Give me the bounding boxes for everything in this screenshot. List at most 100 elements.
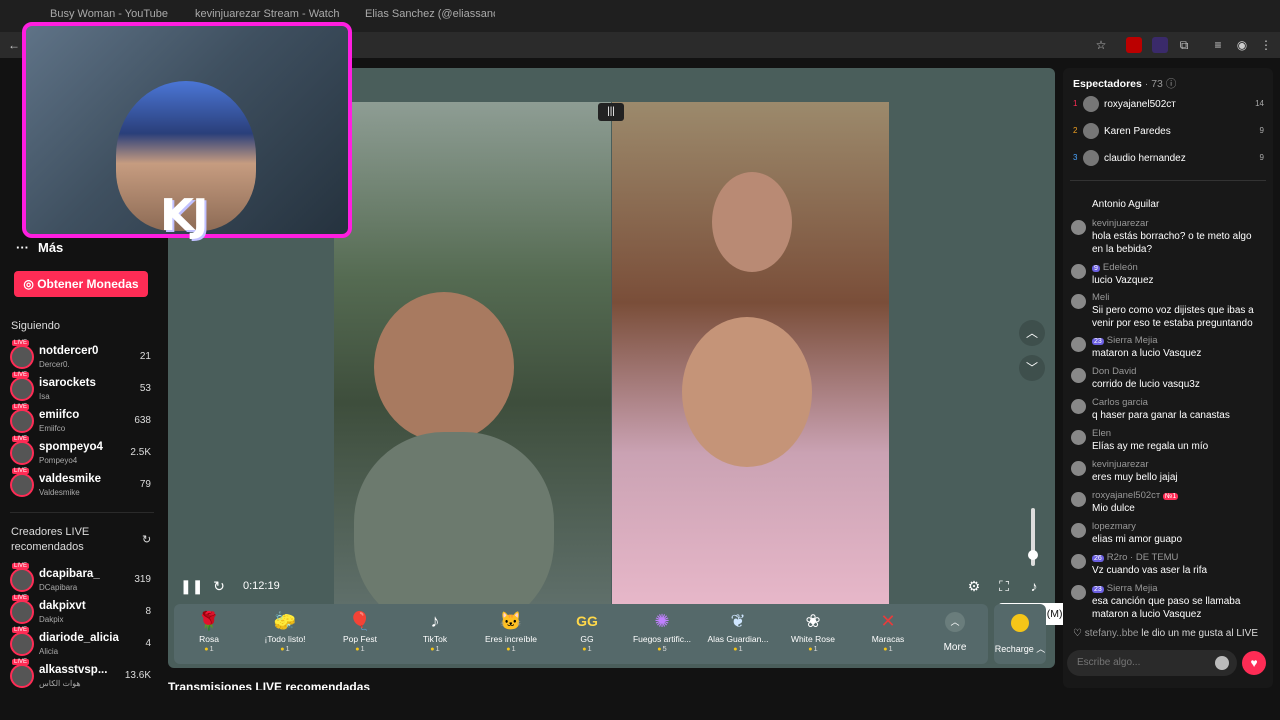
live-badge: LIVE [12,436,30,442]
avatar [1071,220,1086,235]
top-viewer-row[interactable]: 1 roxyajanel502ᴄᴛ 14 [1073,96,1268,114]
get-coins-button[interactable]: ◎ Obtener Monedas [14,271,148,297]
previous-live-button[interactable]: ︿ [1019,320,1045,346]
gift-item[interactable]: 🌹 Rosa1 [173,608,245,660]
volume-icon[interactable]: ♪ [1024,576,1044,596]
back-icon[interactable]: ← [6,37,22,53]
chat-username[interactable]: 23 Sierra Mejia [1092,335,1157,346]
account-name: alkasstvsp... [39,664,108,676]
gift-price: 1 [249,644,321,653]
chat-username[interactable]: 23 Sierra Mejia [1092,583,1157,594]
extension-icon[interactable] [1126,37,1142,53]
chat-username[interactable]: kevinjuarezar [1092,218,1149,229]
viewer-name: claudio hernandez [1104,153,1186,164]
viewers-label: Espectadores [1073,78,1142,90]
gift-item[interactable]: ♪ TikTok1 [399,608,471,660]
video-feed-right[interactable] [612,102,889,604]
chat-message: kevinjuarezar hola estás borracho? o te m… [1071,218,1267,256]
chat-username[interactable]: kevinjuarezar [1092,459,1149,470]
refresh-icon[interactable]: ↻ [142,533,151,546]
recharge-button[interactable]: Recharge ︿ [994,604,1046,664]
like-username[interactable]: stefany..bbe [1085,628,1139,639]
gift-price: 1 [173,644,245,653]
following-account[interactable]: LIVE spompeyo4 Pompeyo4 2.5K [10,436,155,469]
chat-username[interactable]: Meli [1092,292,1109,303]
chat-text: hola estás borracho? o te meto algo en l… [1092,231,1252,255]
more-gifts-button[interactable]: ︿ More [940,612,970,653]
gift-item[interactable]: GGGG1 [551,608,623,660]
chat-message: 23 Sierra Mejia mataron a lucio Vasquez [1071,335,1267,361]
avatar [10,632,34,656]
account-nickname: Dakpix [39,615,64,624]
account-nickname: DCapibara [39,583,78,592]
emoji-icon[interactable] [1215,656,1229,670]
viewer-score: 14 [1255,99,1264,108]
viewer-name: Karen Paredes [1104,126,1171,137]
overlay-logo: KJ [160,190,208,241]
account-nickname: هوات الكاس [39,679,81,688]
refresh-stream-icon[interactable]: ↻ [209,576,229,596]
viewer-score: 9 [1259,126,1264,135]
volume-slider-handle[interactable] [1028,550,1038,560]
info-icon[interactable]: ⓘ [1166,78,1177,90]
fullscreen-icon[interactable]: ⛶ [994,576,1014,596]
live-badge: LIVE [12,563,30,569]
recommended-account[interactable]: LIVE dcapibara_ DCapibara 319 [10,563,155,596]
pause-icon[interactable]: ❚❚ [180,576,203,596]
gift-item[interactable]: 🐱 Eres increíble1 [475,608,547,660]
chat-username[interactable]: roxyajanel502ᴄᴛ №1 [1092,490,1181,501]
extensions-puzzle-icon[interactable]: ⧉ [1176,37,1192,53]
live-badge: LIVE [12,659,30,665]
bookmark-star-icon[interactable]: ☆ [1093,37,1109,53]
chat-text: q haser para ganar la canastas [1092,410,1230,421]
profile-icon[interactable]: ◉ [1234,37,1250,53]
media-control-icon[interactable]: ≡ [1210,37,1226,53]
gift-icon: ♪ [430,611,440,631]
avatar [1071,264,1086,279]
gift-item[interactable]: ✺ Fuegos artific...5 [626,608,698,660]
chat-username[interactable]: Carlos garcia [1092,397,1148,408]
avatar [1071,523,1086,538]
following-account[interactable]: LIVE emiifco Emiifco 638 [10,404,155,437]
viewer-count: 2.5K [130,447,151,458]
rank-number: 2 [1073,126,1078,135]
rank-number: 3 [1073,153,1078,162]
top-viewer-row[interactable]: 2 Karen Paredes 9 [1073,123,1268,141]
chat-message: Meli Sii pero como voz dijistes que ibas … [1071,292,1267,330]
gift-item[interactable]: ✕ Maracas1 [852,608,924,660]
sidebar-more[interactable]: ··· Más [16,240,63,255]
following-account[interactable]: LIVE notdercer0 Dercer0. 21 [10,340,155,373]
top-viewer-row[interactable]: 3 claudio hernandez 9 [1073,150,1268,168]
gift-name: Fuegos artific... [632,634,692,644]
split-layout-icon[interactable]: ||| [598,103,624,121]
chat-text: Mio dulce [1092,503,1135,514]
chat-input[interactable] [1067,650,1237,676]
recommended-account[interactable]: LIVE diariode_alicia Alicia 4 [10,627,155,660]
settings-gear-icon[interactable]: ⚙ [964,576,984,596]
recommended-account[interactable]: LIVE alkasstvsp... هوات الكاس 13.6K [10,659,155,692]
live-badge: LIVE [12,595,30,601]
chat-text: esa canción que paso se llamaba mataron … [1092,596,1241,620]
browser-tab[interactable]: Elias Sanchez (@eliassanc... [365,8,495,28]
chat-text: Sii pero como voz dijistes que ibas a ve… [1092,305,1254,329]
chat-username[interactable]: Elen [1092,428,1111,439]
following-account[interactable]: LIVE valdesmike Valdesmike 79 [10,468,155,501]
following-account[interactable]: LIVE isarockets Isa 53 [10,372,155,405]
recommended-account[interactable]: LIVE dakpixvt Dakpix 8 [10,595,155,628]
level-badge: 26 [1092,555,1104,562]
live-badge: LIVE [12,372,30,378]
chat-username[interactable]: 9 Edeleón [1092,262,1138,273]
gift-item[interactable]: 🧽 ¡Todo listo!1 [249,608,321,660]
chat-username[interactable]: 26 R2ro · DE TEMU [1092,552,1178,563]
gift-item[interactable]: ❦ Alas Guardian...1 [702,608,774,660]
video-feed-left[interactable] [334,102,611,604]
gift-item[interactable]: 🎈 Pop Fest1 [324,608,396,660]
chat-username[interactable]: Don David [1092,366,1136,377]
extension-icon[interactable] [1152,37,1168,53]
next-live-button[interactable]: ﹀ [1019,355,1045,381]
chat-text: lucio Vazquez [1092,275,1154,286]
like-heart-button[interactable]: ♥ [1242,651,1266,675]
browser-menu-icon[interactable]: ⋮ [1258,37,1274,53]
chat-username[interactable]: lopezmary [1092,521,1136,532]
gift-item[interactable]: ❀ White Rose1 [777,608,849,660]
